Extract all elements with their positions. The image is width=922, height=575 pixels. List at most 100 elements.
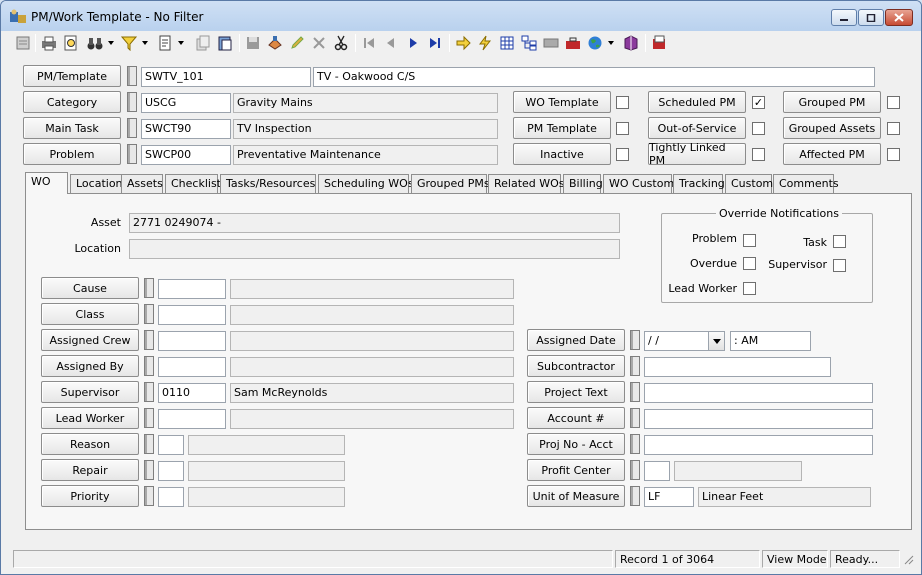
globe-button[interactable] bbox=[585, 33, 605, 53]
priority-button[interactable]: Priority bbox=[41, 485, 139, 507]
class-button[interactable]: Class bbox=[41, 303, 139, 325]
lead-worker-button[interactable]: Lead Worker bbox=[41, 407, 139, 429]
delete-button[interactable] bbox=[309, 33, 329, 53]
override-task-checkbox[interactable] bbox=[833, 235, 846, 248]
assigned-by-code[interactable] bbox=[158, 357, 226, 377]
wo-template-button[interactable]: WO Template bbox=[513, 91, 611, 113]
assigned-crew-button[interactable]: Assigned Crew bbox=[41, 329, 139, 351]
print-button[interactable] bbox=[39, 33, 59, 53]
grid-button[interactable] bbox=[497, 33, 517, 53]
grouped-assets-checkbox[interactable] bbox=[887, 122, 900, 135]
account-number-lookup[interactable] bbox=[630, 408, 640, 428]
tree-button[interactable] bbox=[519, 33, 539, 53]
project-text-field[interactable] bbox=[644, 383, 873, 403]
reason-code[interactable] bbox=[158, 435, 184, 455]
tab-grouped-pms[interactable]: Grouped PMs bbox=[411, 174, 490, 193]
pm-template-flag-button[interactable]: PM Template bbox=[513, 117, 611, 139]
wo-template-checkbox[interactable] bbox=[616, 96, 629, 109]
cut-button[interactable] bbox=[331, 33, 351, 53]
tab-checklist[interactable]: Checklist bbox=[165, 174, 221, 193]
profit-center-code[interactable] bbox=[644, 461, 670, 481]
category-code[interactable]: USCG bbox=[141, 93, 231, 113]
pm-template-checkbox[interactable] bbox=[616, 122, 629, 135]
repair-button[interactable]: Repair bbox=[41, 459, 139, 481]
toolbox-button[interactable] bbox=[563, 33, 583, 53]
category-button[interactable]: Category bbox=[23, 91, 121, 113]
assigned-date-combo[interactable]: / / bbox=[644, 331, 725, 351]
problem-button[interactable]: Problem bbox=[23, 143, 121, 165]
prev-record-button[interactable] bbox=[381, 33, 401, 53]
subcontractor-field[interactable] bbox=[644, 357, 831, 377]
assigned-time-field[interactable]: : AM bbox=[730, 331, 811, 351]
inactive-button[interactable]: Inactive bbox=[513, 143, 611, 165]
find-dropdown-arrow[interactable] bbox=[108, 41, 114, 45]
copy-button[interactable] bbox=[193, 33, 213, 53]
assigned-date-button[interactable]: Assigned Date bbox=[527, 329, 625, 351]
affected-pm-button[interactable]: Affected PM bbox=[783, 143, 881, 165]
profit-center-button[interactable]: Profit Center bbox=[527, 459, 625, 481]
unit-of-measure-button[interactable]: Unit of Measure bbox=[527, 485, 625, 507]
goto-button[interactable] bbox=[453, 33, 473, 53]
override-overdue-checkbox[interactable] bbox=[743, 257, 756, 270]
assigned-date-lookup[interactable] bbox=[630, 330, 640, 350]
assigned-crew-lookup[interactable] bbox=[144, 330, 154, 350]
proj-no-acct-field[interactable] bbox=[644, 435, 873, 455]
tab-location[interactable]: Location bbox=[70, 174, 123, 193]
cause-lookup[interactable] bbox=[144, 278, 154, 298]
tightly-linked-pm-button[interactable]: Tightly Linked PM bbox=[648, 141, 746, 167]
profit-center-lookup[interactable] bbox=[630, 460, 640, 480]
report-button[interactable] bbox=[155, 33, 175, 53]
class-code[interactable] bbox=[158, 305, 226, 325]
filter-dropdown-arrow[interactable] bbox=[142, 41, 148, 45]
supervisor-lookup[interactable] bbox=[144, 382, 154, 402]
edit-button[interactable] bbox=[287, 33, 307, 53]
stamp-button[interactable] bbox=[265, 33, 285, 53]
tab-tasks-resources[interactable]: Tasks/Resources bbox=[220, 174, 316, 193]
calculator-button[interactable] bbox=[541, 33, 561, 53]
unit-of-measure-code[interactable]: LF bbox=[644, 487, 694, 507]
tab-tracking[interactable]: Tracking bbox=[673, 174, 725, 193]
find-button[interactable] bbox=[85, 33, 105, 53]
project-text-lookup[interactable] bbox=[630, 382, 640, 402]
problem-lookup[interactable] bbox=[127, 144, 137, 164]
pm-template-desc[interactable]: TV - Oakwood C/S bbox=[313, 67, 875, 87]
category-lookup[interactable] bbox=[127, 92, 137, 112]
tab-assets[interactable]: Assets bbox=[121, 174, 163, 193]
new-button[interactable] bbox=[13, 33, 33, 53]
subcontractor-button[interactable]: Subcontractor bbox=[527, 355, 625, 377]
save-button[interactable] bbox=[243, 33, 263, 53]
main-task-lookup[interactable] bbox=[127, 118, 137, 138]
supervisor-button[interactable]: Supervisor bbox=[41, 381, 139, 403]
first-record-button[interactable] bbox=[359, 33, 379, 53]
priority-lookup[interactable] bbox=[144, 486, 154, 506]
priority-code[interactable] bbox=[158, 487, 184, 507]
pm-template-code[interactable]: SWTV_101 bbox=[141, 67, 311, 87]
cause-button[interactable]: Cause bbox=[41, 277, 139, 299]
lead-worker-code[interactable] bbox=[158, 409, 226, 429]
tab-comments[interactable]: Comments bbox=[773, 174, 839, 193]
cause-code[interactable] bbox=[158, 279, 226, 299]
override-supervisor-checkbox[interactable] bbox=[833, 259, 846, 272]
project-text-button[interactable]: Project Text bbox=[527, 381, 625, 403]
pm-template-button[interactable]: PM/Template bbox=[23, 65, 121, 87]
affected-pm-checkbox[interactable] bbox=[887, 148, 900, 161]
inactive-checkbox[interactable] bbox=[616, 148, 629, 161]
next-record-button[interactable] bbox=[403, 33, 423, 53]
grouped-pm-checkbox[interactable] bbox=[887, 96, 900, 109]
lightning-button[interactable] bbox=[475, 33, 495, 53]
assigned-by-button[interactable]: Assigned By bbox=[41, 355, 139, 377]
reason-lookup[interactable] bbox=[144, 434, 154, 454]
scheduled-pm-checkbox[interactable]: ✓ bbox=[752, 96, 765, 109]
scheduled-pm-button[interactable]: Scheduled PM bbox=[648, 91, 746, 113]
preview-button[interactable] bbox=[61, 33, 81, 53]
main-task-code[interactable]: SWCT90 bbox=[141, 119, 231, 139]
lead-worker-lookup[interactable] bbox=[144, 408, 154, 428]
class-lookup[interactable] bbox=[144, 304, 154, 324]
assigned-date-dropdown[interactable] bbox=[708, 332, 724, 350]
override-lead-worker-checkbox[interactable] bbox=[743, 282, 756, 295]
out-of-service-checkbox[interactable] bbox=[752, 122, 765, 135]
tab-scheduling-wos[interactable]: Scheduling WOs bbox=[318, 174, 414, 193]
tab-wo-custom[interactable]: WO Custom bbox=[603, 174, 674, 193]
account-number-field[interactable] bbox=[644, 409, 873, 429]
account-number-button[interactable]: Account # bbox=[527, 407, 625, 429]
